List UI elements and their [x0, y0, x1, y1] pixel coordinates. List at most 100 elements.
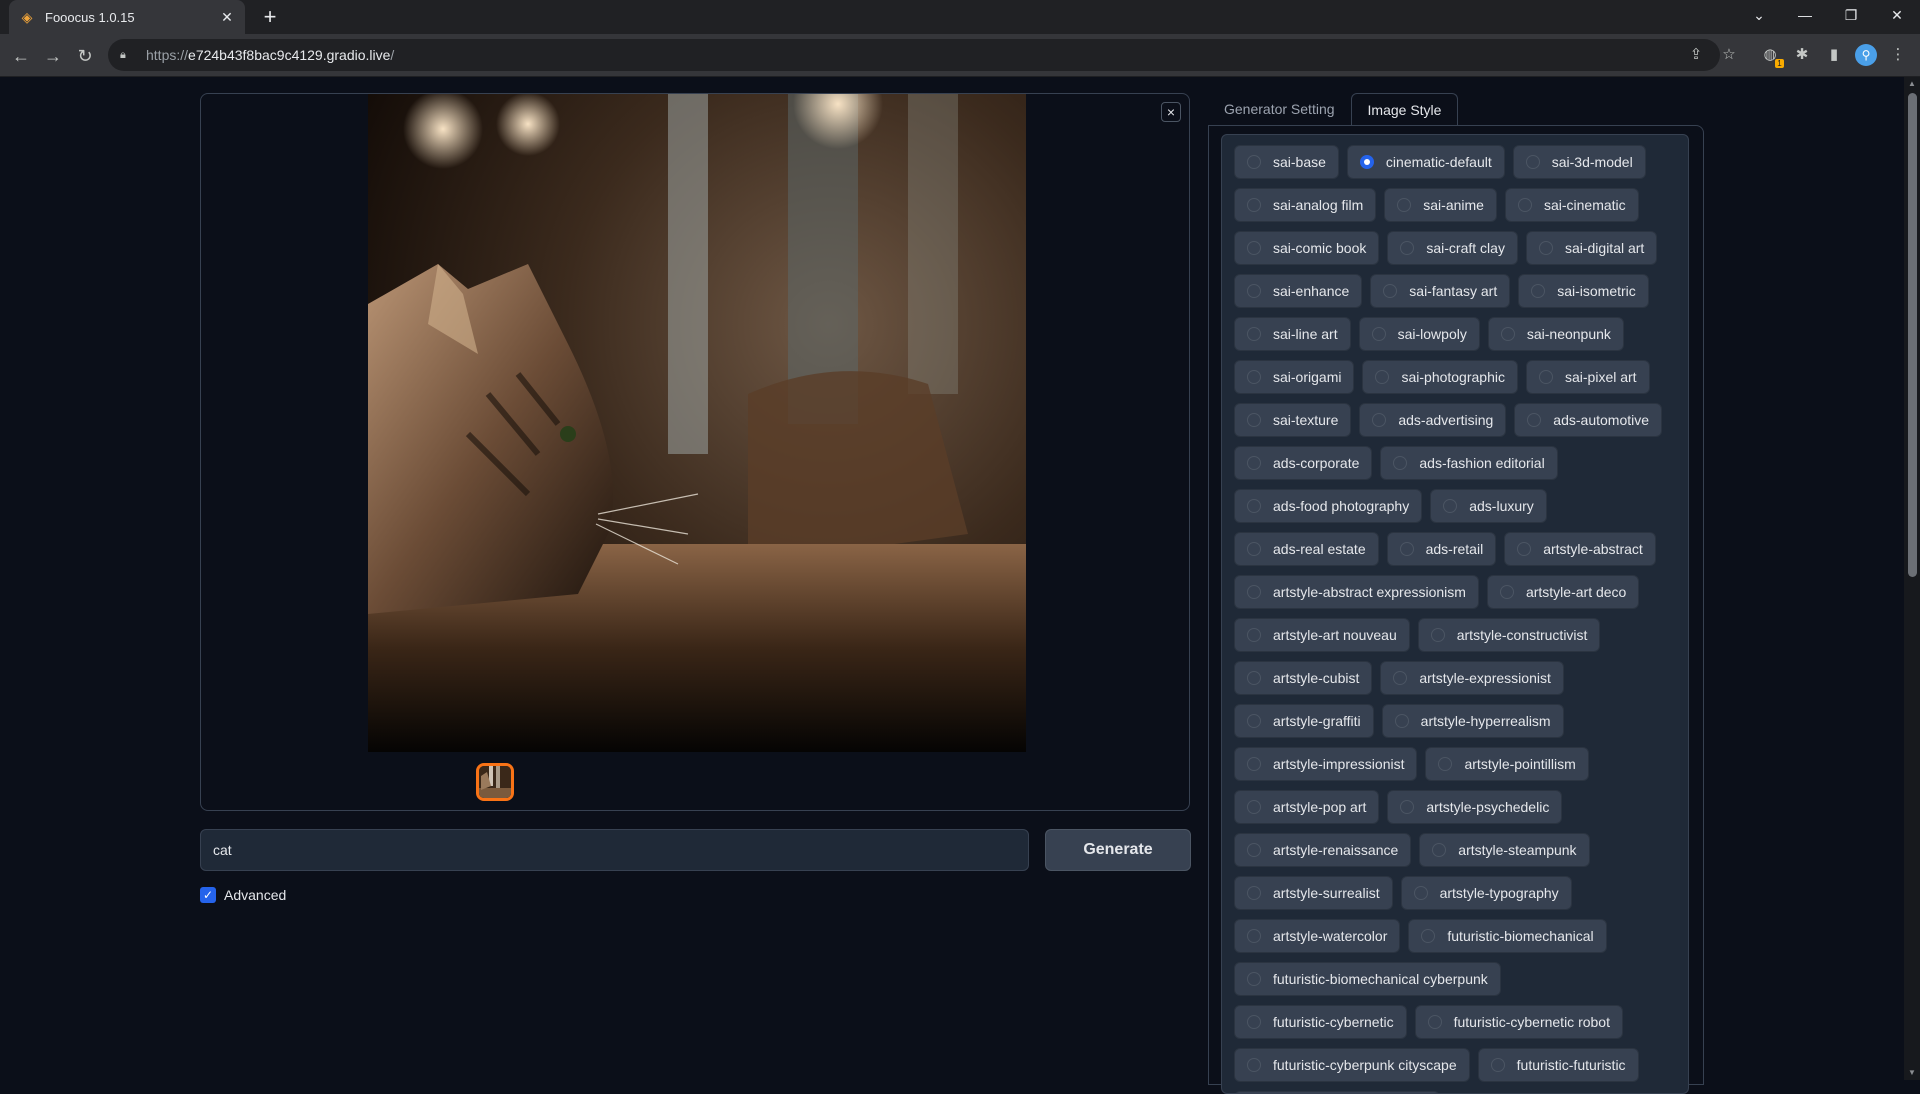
style-option[interactable]: sai-pixel art	[1525, 360, 1650, 394]
style-option[interactable]: artstyle-abstract	[1504, 532, 1656, 566]
style-radio[interactable]	[1247, 155, 1261, 169]
extension-badge-icon[interactable]: ◍ 1	[1759, 44, 1784, 68]
style-radio[interactable]	[1247, 499, 1261, 513]
style-radio[interactable]	[1247, 1058, 1261, 1072]
style-radio[interactable]	[1400, 800, 1415, 814]
page-scrollbar[interactable]: ▲ ▼	[1904, 77, 1920, 1080]
reload-icon[interactable]: ↻	[71, 42, 99, 70]
window-close-icon[interactable]: ✕	[1874, 0, 1920, 34]
style-radio[interactable]	[1490, 1058, 1505, 1072]
style-option[interactable]: sai-cinematic	[1504, 188, 1639, 222]
generated-image[interactable]	[368, 94, 1026, 752]
prompt-input[interactable]: cat	[200, 829, 1029, 871]
style-radio[interactable]	[1438, 757, 1453, 771]
new-tab-icon[interactable]: +	[258, 4, 282, 30]
browser-tab[interactable]: ◈ Fooocus 1.0.15 ✕	[9, 0, 245, 34]
style-radio[interactable]	[1247, 886, 1261, 900]
style-option[interactable]: artstyle-psychedelic	[1387, 790, 1563, 824]
style-option[interactable]: futuristic-cybernetic	[1234, 1005, 1407, 1039]
style-option[interactable]: artstyle-hyperrealism	[1381, 704, 1564, 738]
style-radio[interactable]	[1400, 241, 1415, 255]
style-option[interactable]: sai-lowpoly	[1358, 317, 1480, 351]
style-radio[interactable]	[1247, 284, 1261, 298]
style-radio[interactable]	[1247, 413, 1261, 427]
style-radio[interactable]	[1430, 628, 1445, 642]
style-option[interactable]: futuristic-biomechanical cyberpunk	[1234, 962, 1501, 996]
style-option[interactable]: ads-advertising	[1359, 403, 1507, 437]
style-radio[interactable]	[1247, 714, 1261, 728]
style-radio[interactable]	[1247, 1015, 1261, 1029]
style-option[interactable]: sai-isometric	[1518, 274, 1649, 308]
style-option[interactable]: artstyle-typography	[1400, 876, 1572, 910]
style-option[interactable]: ads-automotive	[1514, 403, 1663, 437]
style-option[interactable]: sai-enhance	[1234, 274, 1363, 308]
tab-generator-setting[interactable]: Generator Setting	[1208, 93, 1351, 125]
style-radio[interactable]	[1247, 198, 1261, 212]
style-radio[interactable]	[1413, 886, 1428, 900]
style-option[interactable]: futuristic-cybernetic robot	[1414, 1005, 1623, 1039]
style-option[interactable]: artstyle-watercolor	[1234, 919, 1401, 953]
advanced-checkbox[interactable]: ✓	[200, 887, 216, 903]
minimize-icon[interactable]: —	[1782, 0, 1828, 34]
style-option[interactable]: ads-food photography	[1234, 489, 1423, 523]
style-option[interactable]: ads-real estate	[1234, 532, 1379, 566]
style-radio[interactable]	[1393, 671, 1408, 685]
browser-menu-icon[interactable]: ⋮	[1887, 44, 1909, 66]
back-arrow-icon[interactable]: ←	[7, 42, 35, 70]
style-radio[interactable]	[1397, 198, 1412, 212]
share-icon[interactable]: ⇪	[1685, 44, 1707, 66]
style-radio[interactable]	[1525, 155, 1540, 169]
style-option[interactable]: sai-photographic	[1362, 360, 1518, 394]
style-radio[interactable]	[1432, 843, 1447, 857]
gallery-thumbnail[interactable]	[476, 763, 514, 801]
style-radio[interactable]	[1247, 757, 1261, 771]
profile-avatar-icon[interactable]: ⚲	[1855, 44, 1877, 66]
style-option[interactable]: sai-comic book	[1234, 231, 1380, 265]
style-option[interactable]: sai-texture	[1234, 403, 1352, 437]
style-radio[interactable]	[1538, 370, 1553, 384]
style-option[interactable]: artstyle-pop art	[1234, 790, 1380, 824]
style-radio[interactable]	[1247, 241, 1261, 255]
style-radio[interactable]	[1247, 972, 1261, 986]
style-option[interactable]: artstyle-renaissance	[1234, 833, 1412, 867]
style-radio[interactable]	[1372, 413, 1387, 427]
style-radio[interactable]	[1500, 327, 1515, 341]
tab-image-style[interactable]: Image Style	[1350, 93, 1459, 125]
style-radio[interactable]	[1247, 929, 1261, 943]
style-option[interactable]: sai-neonpunk	[1487, 317, 1624, 351]
style-option[interactable]: artstyle-constructivist	[1417, 618, 1601, 652]
style-radio[interactable]	[1443, 499, 1458, 513]
style-radio[interactable]	[1538, 241, 1553, 255]
style-radio[interactable]	[1375, 370, 1390, 384]
style-option[interactable]: sai-base	[1234, 145, 1339, 179]
scroll-up-icon[interactable]: ▲	[1904, 77, 1920, 91]
style-option[interactable]: artstyle-impressionist	[1234, 747, 1418, 781]
style-option[interactable]: ads-luxury	[1430, 489, 1547, 523]
scrollbar-thumb[interactable]	[1908, 93, 1917, 577]
style-option[interactable]: artstyle-abstract expressionism	[1234, 575, 1479, 609]
style-radio[interactable]	[1517, 198, 1532, 212]
style-option[interactable]: sai-analog film	[1234, 188, 1377, 222]
style-radio[interactable]	[1247, 800, 1261, 814]
tab-search-chevron-icon[interactable]: ⌄	[1736, 0, 1782, 34]
style-option[interactable]: sai-3d-model	[1512, 145, 1646, 179]
style-option[interactable]: artstyle-art deco	[1486, 575, 1640, 609]
style-option[interactable]: artstyle-steampunk	[1419, 833, 1590, 867]
style-option[interactable]: sai-digital art	[1525, 231, 1658, 265]
style-radio[interactable]	[1421, 929, 1436, 943]
style-radio[interactable]	[1247, 456, 1261, 470]
advanced-toggle[interactable]: ✓ Advanced	[200, 887, 286, 903]
style-radio[interactable]	[1499, 585, 1514, 599]
style-radio[interactable]	[1393, 456, 1408, 470]
style-option[interactable]: ads-fashion editorial	[1380, 446, 1558, 480]
close-gallery-button[interactable]: ×	[1161, 102, 1181, 122]
style-option[interactable]: artstyle-graffiti	[1234, 704, 1374, 738]
style-radio[interactable]	[1247, 671, 1261, 685]
restore-icon[interactable]: ❐	[1828, 0, 1874, 34]
style-radio[interactable]	[1517, 542, 1532, 556]
style-option[interactable]: artstyle-pointillism	[1425, 747, 1589, 781]
style-option[interactable]: sai-line art	[1234, 317, 1351, 351]
close-tab-icon[interactable]: ✕	[219, 9, 235, 26]
bookmark-star-icon[interactable]: ☆	[1718, 44, 1740, 66]
style-option[interactable]: sai-anime	[1384, 188, 1497, 222]
